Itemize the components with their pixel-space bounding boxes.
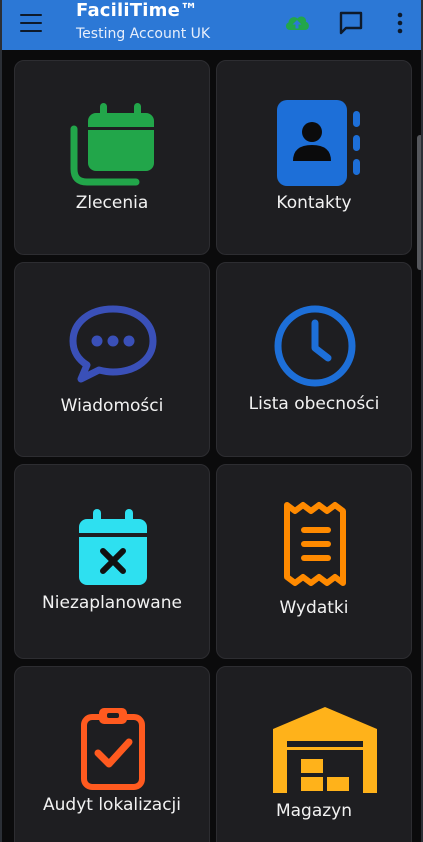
- tile-niezaplanowane[interactable]: Niezaplanowane: [14, 464, 210, 659]
- tile-label: Niezaplanowane: [42, 593, 182, 613]
- app-title: FaciliTime™: [76, 0, 199, 21]
- more-vertical-icon[interactable]: [386, 9, 414, 37]
- tile-label: Zlecenia: [75, 193, 149, 213]
- tile-audyt-lokalizacji[interactable]: Audyt lokalizacji: [14, 666, 210, 842]
- menu-icon[interactable]: [20, 14, 42, 32]
- chat-bubble-icon: [69, 305, 157, 383]
- tile-label: Magazyn: [275, 801, 353, 821]
- scrollbar-thumb[interactable]: [417, 135, 421, 270]
- tile-wydatki[interactable]: Wydatki: [216, 464, 412, 659]
- app-titles: FaciliTime™ Testing Account UK: [76, 0, 210, 43]
- warehouse-icon: [273, 707, 377, 793]
- tile-zlecenia[interactable]: Zlecenia: [14, 60, 210, 255]
- receipt-icon: [284, 502, 346, 586]
- tile-lista-obecnosci[interactable]: Lista obecności: [216, 262, 412, 457]
- calendar-cancel-icon: [79, 509, 147, 585]
- tile-label: Kontakty: [276, 193, 352, 213]
- tile-label: Lista obecności: [248, 394, 380, 414]
- tile-label: Wydatki: [279, 598, 349, 618]
- app-frame: FaciliTime™ Testing Account UK Zlecenia …: [0, 0, 423, 842]
- tile-magazyn[interactable]: Magazyn: [216, 666, 412, 842]
- calendar-stack-icon: [70, 103, 154, 186]
- tile-kontakty[interactable]: Kontakty: [216, 60, 412, 255]
- clipboard-check-icon: [81, 708, 145, 790]
- account-subtitle: Testing Account UK: [76, 26, 211, 42]
- tile-wiadomosci[interactable]: Wiadomości: [14, 262, 210, 457]
- cloud-upload-icon[interactable]: [283, 9, 311, 37]
- tile-label: Wiadomości: [60, 396, 164, 416]
- tile-label: Audyt lokalizacji: [43, 795, 181, 815]
- app-bar: FaciliTime™ Testing Account UK: [2, 0, 421, 50]
- clock-icon: [274, 305, 356, 387]
- contact-book-icon: [277, 100, 360, 186]
- chat-icon[interactable]: [337, 9, 365, 37]
